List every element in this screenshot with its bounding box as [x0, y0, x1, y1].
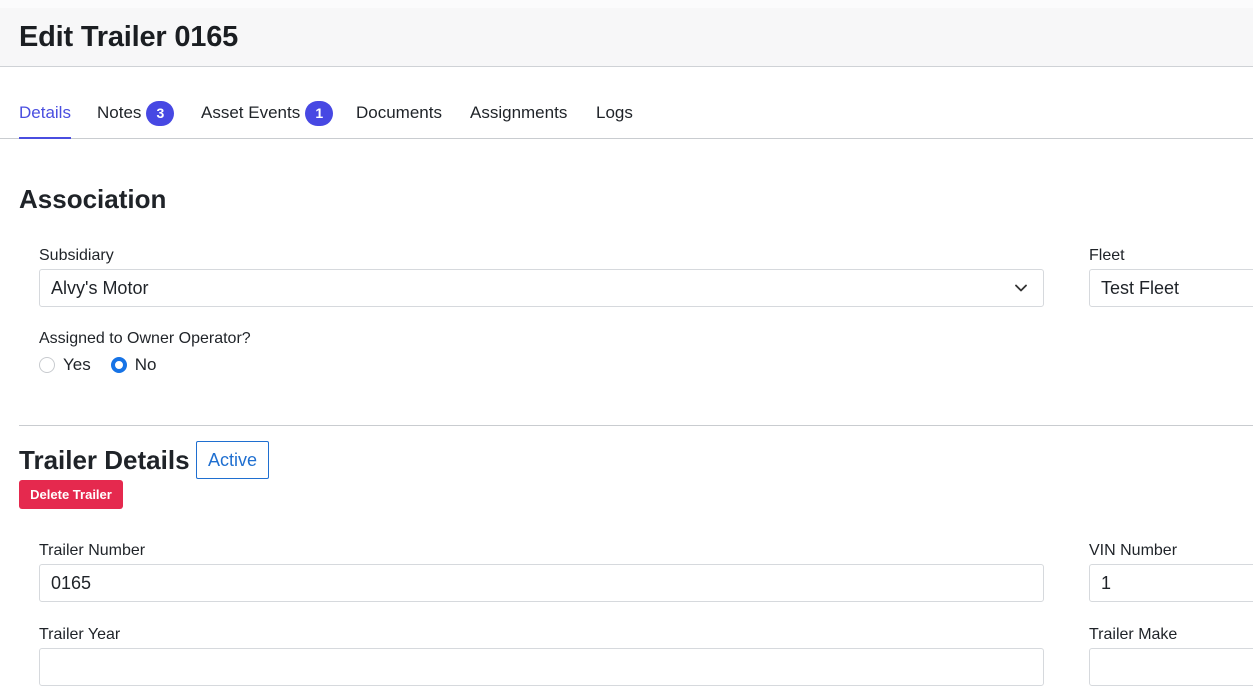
tab-assignments[interactable]: Assignments — [470, 101, 567, 125]
subsidiary-value: Alvy's Motor — [51, 277, 149, 298]
trailer-year-label: Trailer Year — [39, 626, 121, 643]
owner-operator-label: Assigned to Owner Operator? — [39, 330, 251, 347]
fleet-label: Fleet — [1089, 247, 1125, 264]
trailer-number-input[interactable]: 0165 — [39, 564, 1044, 602]
subsidiary-select[interactable]: Alvy's Motor — [39, 269, 1044, 307]
fleet-field[interactable]: Test Fleet — [1089, 269, 1253, 307]
tab-bar: Details Notes 3 Asset Events 1 Documents… — [0, 67, 1253, 139]
trailer-details-heading: Trailer Details — [19, 445, 190, 475]
tab-label: Asset Events — [201, 103, 301, 122]
radio-yes[interactable] — [39, 357, 55, 373]
radio-no[interactable] — [110, 357, 127, 373]
tab-documents[interactable]: Documents — [356, 101, 442, 125]
tab-label: Notes — [97, 103, 142, 122]
trailer-year-input[interactable] — [39, 648, 1044, 686]
page-header: Edit Trailer 0165 — [0, 0, 1253, 67]
tab-label: Logs — [596, 103, 633, 122]
count-badge: 3 — [146, 100, 175, 126]
tab-notes[interactable]: Notes 3 — [97, 100, 175, 126]
tab-details[interactable]: Details — [19, 101, 71, 139]
association-heading: Association — [19, 184, 167, 214]
vin-number-input[interactable]: 1 — [1089, 564, 1253, 602]
tab-label: Assignments — [470, 103, 568, 122]
subsidiary-label: Subsidiary — [39, 247, 114, 264]
trailer-make-label: Trailer Make — [1089, 626, 1178, 643]
status-badge: Active — [196, 441, 269, 479]
owner-operator-radio-group: Yes No — [39, 355, 176, 375]
trailer-make-input[interactable] — [1089, 648, 1253, 686]
fleet-value: Test Fleet — [1101, 277, 1180, 298]
delete-trailer-button[interactable]: Delete Trailer — [19, 480, 123, 509]
page-title: Edit Trailer 0165 — [19, 21, 239, 53]
count-badge: 1 — [305, 100, 334, 126]
vin-number-value: 1 — [1101, 572, 1112, 593]
tab-label: Documents — [356, 103, 442, 122]
tab-asset-events[interactable]: Asset Events 1 — [201, 100, 334, 126]
radio-yes-label[interactable]: Yes — [63, 355, 91, 375]
chevron-down-icon — [1015, 284, 1027, 292]
tab-logs[interactable]: Logs — [596, 101, 633, 125]
tab-label: Details — [19, 103, 71, 122]
radio-no-label[interactable]: No — [135, 355, 157, 375]
trailer-number-label: Trailer Number — [39, 542, 146, 559]
vin-number-label: VIN Number — [1089, 542, 1178, 559]
section-divider — [19, 425, 1253, 426]
trailer-number-value: 0165 — [51, 572, 92, 593]
